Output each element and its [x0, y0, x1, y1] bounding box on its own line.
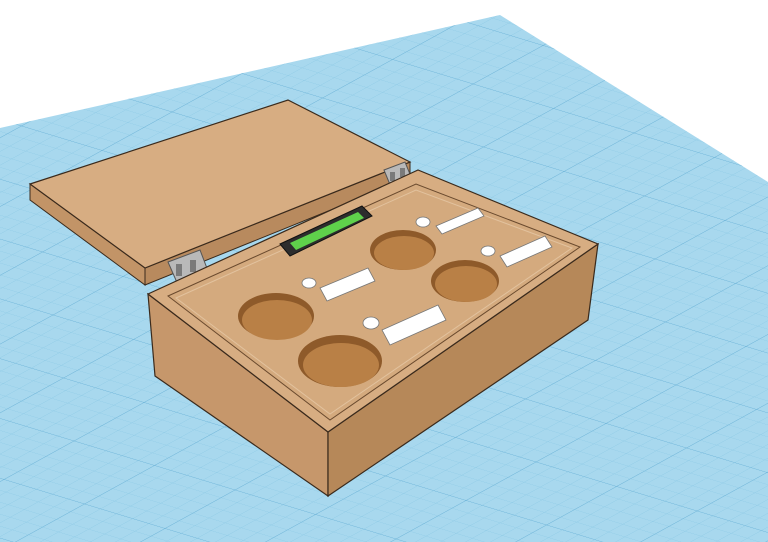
3d-workspace-viewport[interactable] — [0, 0, 768, 542]
hole-back-left — [370, 230, 436, 270]
hole-back-right — [431, 260, 499, 302]
scene-canvas[interactable] — [0, 0, 768, 542]
hole-front-right — [298, 335, 382, 387]
